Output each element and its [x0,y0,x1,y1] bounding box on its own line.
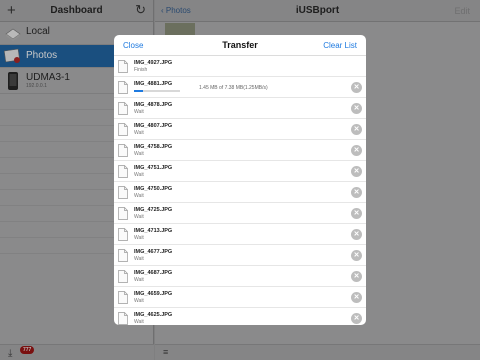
progress-text: 1.45 MB of 7.38 MB(1.25MB/s) [199,85,268,91]
sidebar-item-sublabel: 192.0.0.1 [26,83,47,89]
file-status: Wait [134,109,144,115]
file-name: IMG_4659.JPG [134,291,173,297]
file-icon [118,249,128,262]
transfer-header: Close Transfer Clear List [114,35,366,56]
cancel-icon[interactable]: ✕ [351,166,362,177]
transfer-row[interactable]: IMG_4713.JPG Wait ✕ [114,224,366,245]
cancel-icon[interactable]: ✕ [351,124,362,135]
file-status: Wait [134,256,144,262]
file-status: Wait [134,235,144,241]
file-icon [118,165,128,178]
refresh-icon[interactable]: ↻ [135,2,146,18]
transfer-row[interactable]: IMG_4677.JPG Wait ✕ [114,245,366,266]
cancel-icon[interactable]: ✕ [351,145,362,156]
transfer-modal: Close Transfer Clear List IMG_4927.JPG Fi… [114,35,366,325]
file-status: Wait [134,151,144,157]
file-name: IMG_4758.JPG [134,144,173,150]
tray-icon[interactable]: ⤓ [8,348,12,359]
cancel-icon[interactable]: ✕ [351,82,362,93]
file-icon [118,102,128,115]
cancel-icon[interactable]: ✕ [351,103,362,114]
file-name: IMG_4725.JPG [134,207,173,213]
transfer-list[interactable]: IMG_4927.JPG Finish IMG_4881.JPG 1.45 MB of… [114,56,366,325]
file-icon [118,228,128,241]
cancel-icon[interactable]: ✕ [351,250,362,261]
transfer-row[interactable]: IMG_4751.JPG Wait ✕ [114,161,366,182]
file-status: Finish [134,67,148,73]
cancel-icon[interactable]: ✕ [351,208,362,219]
cancel-icon[interactable]: ✕ [351,187,362,198]
transfer-row[interactable]: IMG_4725.JPG Wait ✕ [114,203,366,224]
file-icon [118,270,128,283]
clear-list-button[interactable]: Clear List [323,41,357,50]
cancel-icon[interactable]: ✕ [351,271,362,282]
file-icon [118,81,128,94]
file-icon [118,144,128,157]
transfer-row[interactable]: IMG_4625.JPG Wait ✕ [114,308,366,325]
file-name: IMG_4927.JPG [134,60,173,66]
photos-icon [4,48,20,63]
transfer-row[interactable]: IMG_4758.JPG Wait ✕ [114,140,366,161]
file-status: Wait [134,214,144,220]
transfer-row[interactable]: IMG_4927.JPG Finish [114,56,366,77]
file-icon [118,60,128,73]
file-name: IMG_4881.JPG [134,81,173,87]
file-name: IMG_4677.JPG [134,249,173,255]
file-status: Wait [134,193,144,199]
cancel-icon[interactable]: ✕ [351,292,362,303]
file-icon [118,312,128,325]
detail-footer: ≡ [155,344,480,360]
file-icon [118,207,128,220]
detail-title: iUSBport [295,5,340,16]
photo-thumbnail[interactable] [165,23,195,35]
sidebar-header: + Dashboard ↻ [0,0,153,22]
transfer-row[interactable]: IMG_4878.JPG Wait ✕ [114,98,366,119]
sidebar-title: Dashboard [50,5,103,16]
detail-header: ‹ Photos iUSBport Edit [155,0,480,22]
transfer-row[interactable]: IMG_4687.JPG Wait ✕ [114,266,366,287]
sidebar-footer: ⤓ 777 [0,344,154,360]
file-status: Wait [134,319,144,325]
file-icon [118,123,128,136]
file-name: IMG_4751.JPG [134,165,173,171]
file-name: IMG_4687.JPG [134,270,173,276]
progress-fill [134,90,144,92]
cancel-icon[interactable]: ✕ [351,313,362,324]
device-icon [8,72,18,90]
file-name: IMG_4878.JPG [134,102,173,108]
file-name: IMG_4625.JPG [134,312,173,318]
drive-icon [5,28,21,41]
list-icon[interactable]: ≡ [163,347,168,357]
file-icon [118,291,128,304]
sidebar-item-label: Local [26,26,50,37]
transfer-row[interactable]: IMG_4659.JPG Wait ✕ [114,287,366,308]
file-status: Wait [134,298,144,304]
file-status: Wait [134,130,144,136]
transfer-count-badge[interactable]: 777 [20,346,35,354]
transfer-row[interactable]: IMG_4807.JPG Wait ✕ [114,119,366,140]
transfer-row[interactable]: IMG_4881.JPG 1.45 MB of 7.38 MB(1.25MB/s)… [114,77,366,98]
file-name: IMG_4807.JPG [134,123,173,129]
file-status: Wait [134,277,144,283]
file-name: IMG_4750.JPG [134,186,173,192]
progress-bar [134,90,180,92]
cancel-icon[interactable]: ✕ [351,229,362,240]
sidebar-item-label: Photos [26,50,58,61]
file-status: Wait [134,172,144,178]
file-icon [118,186,128,199]
transfer-row[interactable]: IMG_4750.JPG Wait ✕ [114,182,366,203]
sidebar-item-label: UDMA3-1 [26,72,70,83]
edit-button[interactable]: Edit [454,6,470,16]
file-name: IMG_4713.JPG [134,228,173,234]
